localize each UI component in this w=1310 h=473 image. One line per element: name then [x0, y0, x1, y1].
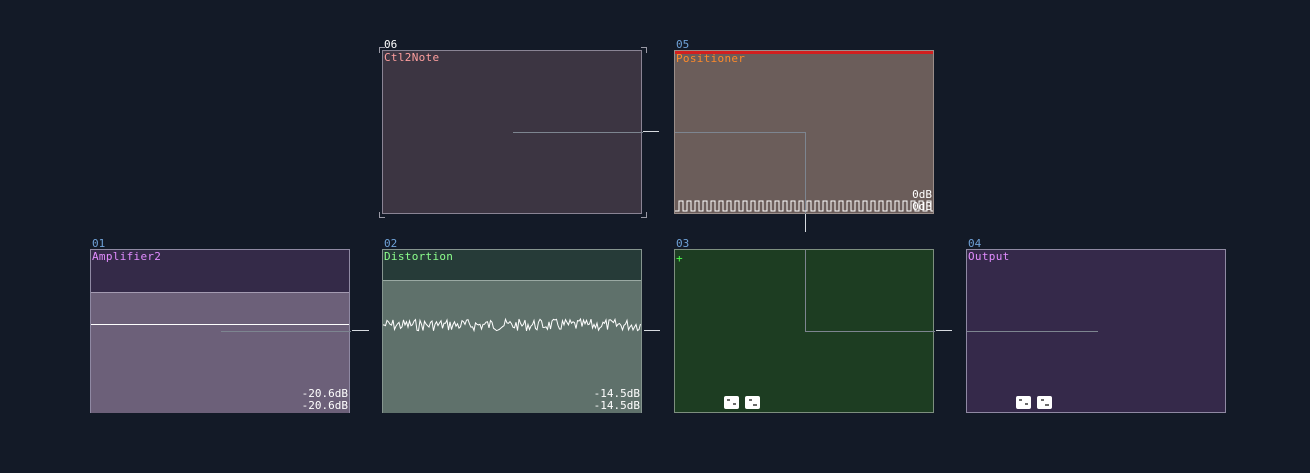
- selection-corner-br: [641, 212, 647, 218]
- positioner-internal-wire: [675, 132, 806, 133]
- node-positioner[interactable]: Positioner 0dB 0dB: [674, 50, 934, 214]
- wire-ctl2note-out: [643, 131, 659, 132]
- node-title-positioner: Positioner: [676, 52, 746, 65]
- amplifier2-db-bottom: -20.6dB: [301, 399, 348, 412]
- positioner-db-bottom: 0dB: [912, 200, 932, 213]
- node-index-ctl2note: 06: [384, 38, 398, 51]
- wire-distortion-out: [644, 330, 660, 331]
- wire-positioner-out: [805, 214, 806, 232]
- mixer-internal-wire-vertical: [805, 250, 806, 332]
- mixer-indicator-left: [724, 396, 739, 409]
- node-title-output: Output: [968, 250, 1010, 263]
- output-internal-wire: [967, 331, 1098, 332]
- node-mixer[interactable]: +: [674, 249, 935, 413]
- ctl2note-internal-wire: [513, 132, 643, 133]
- node-title-distortion: Distortion: [384, 250, 454, 263]
- node-index-mixer: 03: [676, 237, 690, 250]
- node-title-ctl2note: Ctl2Note: [384, 51, 440, 64]
- distortion-db-bottom: -14.5dB: [593, 399, 640, 412]
- node-amplifier2[interactable]: Amplifier2 -20.6dB -20.6dB: [90, 249, 351, 413]
- distortion-waveform: [383, 317, 641, 333]
- selection-corner-tr: [641, 47, 647, 53]
- wire-mixer-out: [936, 330, 952, 331]
- amplifier2-internal-wire: [221, 331, 351, 332]
- node-title-mixer: +: [676, 252, 683, 265]
- node-ctl2note[interactable]: Ctl2Note: [382, 50, 643, 214]
- node-title-amplifier2: Amplifier2: [92, 250, 162, 263]
- node-output[interactable]: Output: [966, 249, 1226, 413]
- selection-corner-tl: [379, 47, 385, 53]
- node-index-output: 04: [968, 237, 982, 250]
- node-index-amplifier2: 01: [92, 237, 106, 250]
- node-index-positioner: 05: [676, 38, 690, 51]
- wire-amplifier-out: [352, 330, 369, 331]
- mixer-indicator-right: [745, 396, 760, 409]
- node-distortion[interactable]: Distortion -14.5dB -14.5dB: [382, 249, 642, 413]
- mixer-internal-wire: [805, 331, 935, 332]
- output-indicator-left: [1016, 396, 1031, 409]
- selection-corner-bl: [379, 212, 385, 218]
- output-indicator-right: [1037, 396, 1052, 409]
- amplifier2-gain-line: [91, 324, 349, 325]
- node-index-distortion: 02: [384, 237, 398, 250]
- positioner-square-wave: [675, 200, 933, 212]
